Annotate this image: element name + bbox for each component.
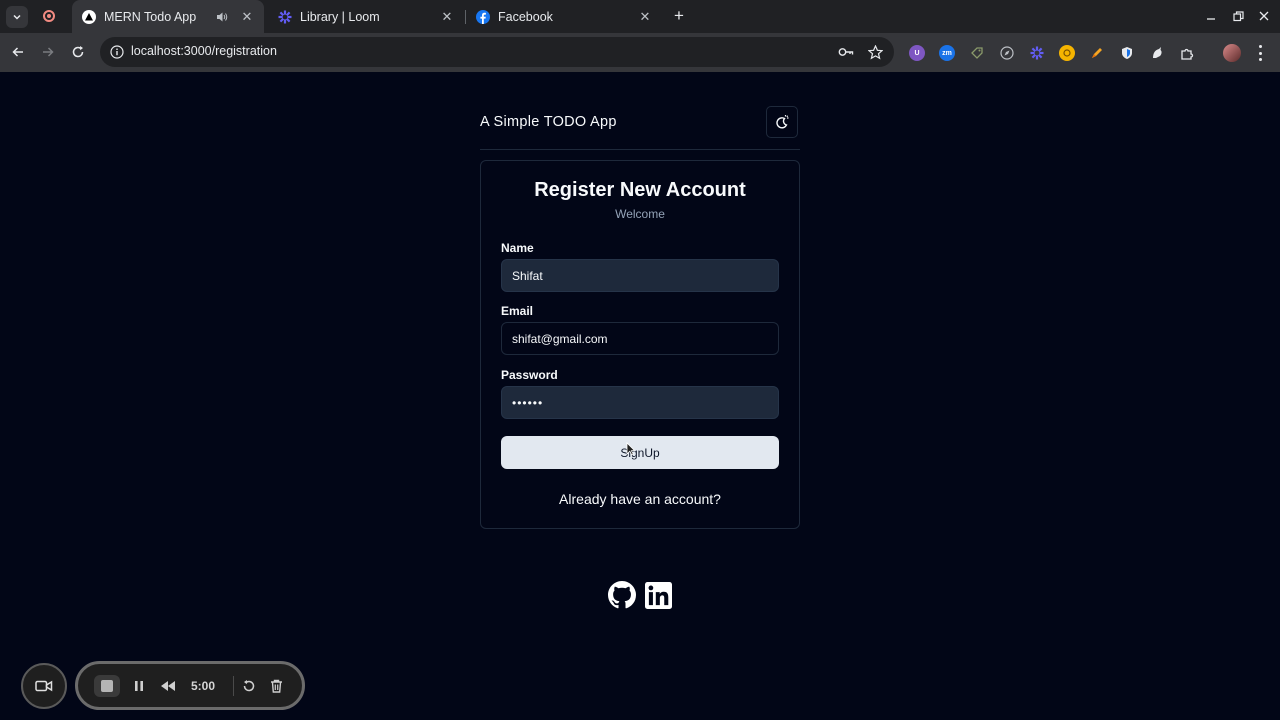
close-tab-icon[interactable]: ✕ xyxy=(240,9,254,25)
stop-recording-button[interactable] xyxy=(94,675,120,697)
loom-favicon-icon xyxy=(278,10,292,24)
highlighter-extension-icon[interactable] xyxy=(1089,45,1105,61)
reload-icon[interactable] xyxy=(68,42,88,62)
loom-extension-icon[interactable] xyxy=(1029,45,1045,61)
tab-mern-todo-app[interactable]: MERN Todo App ✕ xyxy=(72,0,264,33)
loom-camera-button[interactable] xyxy=(21,663,67,709)
back-arrow-icon[interactable] xyxy=(8,42,28,62)
browser-tab-strip: MERN Todo App ✕ Library | Loom ✕ Faceboo… xyxy=(0,0,1280,33)
video-camera-icon xyxy=(35,680,53,692)
tab-title: Facebook xyxy=(498,9,553,24)
triangle-favicon-icon xyxy=(82,9,96,24)
tab-title: Library | Loom xyxy=(300,9,380,24)
login-link[interactable]: Already have an account? xyxy=(0,491,1280,507)
name-input[interactable] xyxy=(501,259,779,292)
email-label: Email xyxy=(501,304,534,318)
app-brand-title: A Simple TODO App xyxy=(480,114,617,130)
coin-extension-icon[interactable] xyxy=(1059,45,1075,61)
address-bar[interactable]: localhost:3000/registration xyxy=(100,37,894,67)
chevron-down-icon xyxy=(13,14,21,20)
header-divider xyxy=(480,149,800,150)
new-tab-button[interactable]: + xyxy=(670,6,688,26)
rooster-extension-icon[interactable] xyxy=(1149,45,1165,61)
recording-timer: 5:00 xyxy=(191,679,216,693)
extension-u-icon[interactable]: U xyxy=(909,45,925,61)
card-title: Register New Account xyxy=(534,179,746,201)
tag-extension-icon[interactable] xyxy=(969,45,985,61)
password-input[interactable] xyxy=(501,386,779,419)
profile-avatar[interactable] xyxy=(1223,44,1241,62)
rewind-icon[interactable] xyxy=(160,678,176,694)
trash-icon[interactable] xyxy=(268,678,284,694)
loom-recording-controls: 5:00 xyxy=(75,661,305,710)
github-icon[interactable] xyxy=(608,581,636,609)
site-info-icon[interactable] xyxy=(110,45,124,64)
key-icon[interactable] xyxy=(838,44,854,60)
close-tab-icon[interactable]: ✕ xyxy=(440,9,454,25)
close-window-icon[interactable] xyxy=(1256,8,1272,24)
restore-icon[interactable] xyxy=(1230,8,1246,24)
password-label: Password xyxy=(501,368,558,382)
card-subtitle: Welcome xyxy=(615,207,665,221)
extension-zm-icon[interactable]: zm xyxy=(939,45,955,61)
recording-indicator-icon xyxy=(43,10,55,22)
moon-sun-icon xyxy=(776,115,789,129)
browser-menu-icon[interactable] xyxy=(1255,45,1265,61)
name-label: Name xyxy=(501,241,534,255)
facebook-favicon-icon xyxy=(476,9,490,24)
minimize-icon[interactable] xyxy=(1203,8,1219,24)
puzzle-extensions-icon[interactable] xyxy=(1179,45,1195,61)
linkedin-icon[interactable] xyxy=(644,581,672,609)
loom-divider xyxy=(233,676,234,696)
shield-extension-icon[interactable] xyxy=(1119,45,1135,61)
tab-library-loom[interactable]: Library | Loom ✕ xyxy=(268,0,464,33)
browser-toolbar: localhost:3000/registration U zm xyxy=(0,33,1280,72)
theme-toggle-button[interactable] xyxy=(766,106,798,138)
tab-facebook[interactable]: Facebook ✕ xyxy=(466,0,662,33)
signup-button[interactable]: SignUp xyxy=(501,436,779,469)
speaker-icon[interactable] xyxy=(216,11,228,23)
tab-search-button[interactable] xyxy=(6,6,28,28)
stop-icon xyxy=(101,680,113,692)
email-input[interactable] xyxy=(501,322,779,355)
forward-arrow-icon[interactable] xyxy=(38,42,58,62)
tab-title: MERN Todo App xyxy=(104,9,197,24)
restart-icon[interactable] xyxy=(241,678,257,694)
mouse-cursor-icon xyxy=(626,442,635,456)
pause-icon[interactable] xyxy=(131,678,147,694)
url-text: localhost:3000/registration xyxy=(131,44,277,58)
bookmark-star-icon[interactable] xyxy=(867,44,883,60)
compass-extension-icon[interactable] xyxy=(999,45,1015,61)
close-tab-icon[interactable]: ✕ xyxy=(638,9,652,25)
